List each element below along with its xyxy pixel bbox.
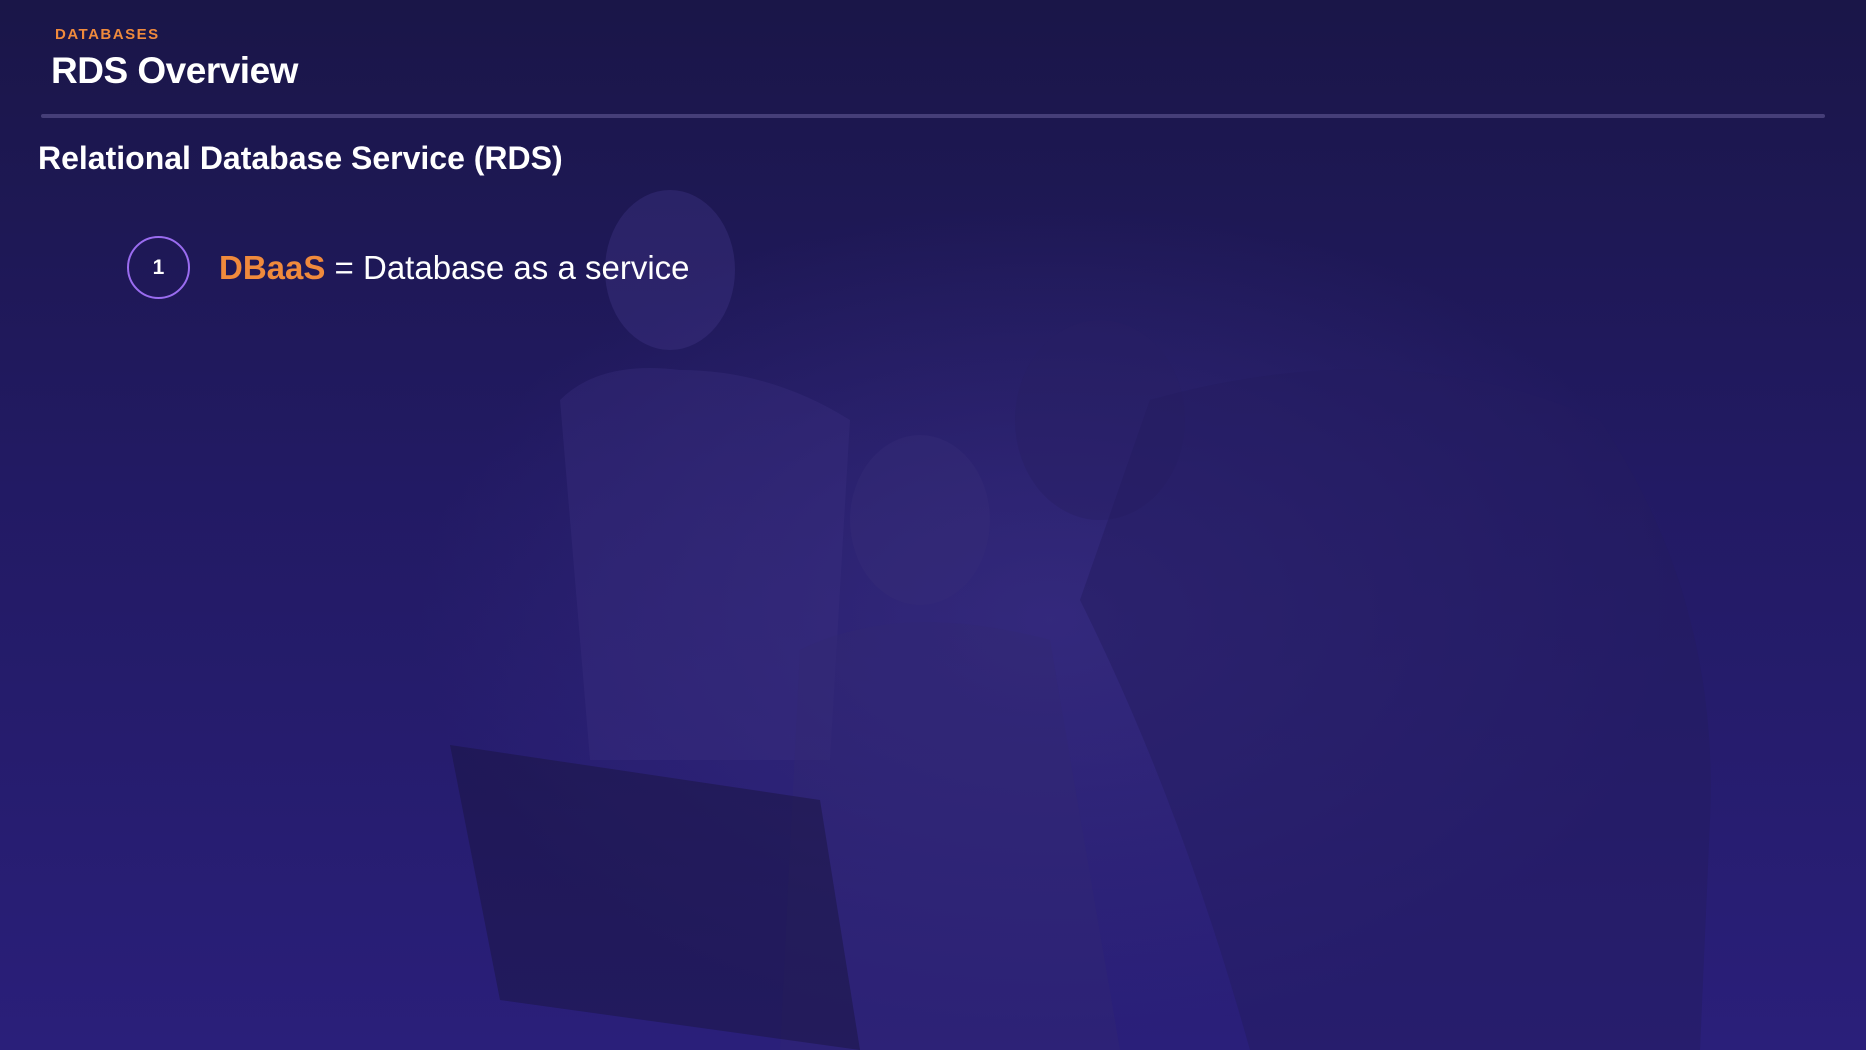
slide: DATABASES RDS Overview Relational Databa…	[0, 0, 1866, 1050]
header-divider	[41, 114, 1825, 118]
section-eyebrow: DATABASES	[55, 26, 160, 43]
item-text: DBaaS = Database as a service	[219, 249, 690, 287]
list-item: 1 DBaaS = Database as a service	[127, 236, 690, 299]
item-term: DBaaS	[219, 248, 326, 286]
page-title: RDS Overview	[51, 50, 298, 91]
item-number-badge: 1	[127, 236, 190, 299]
item-description: = Database as a service	[325, 248, 690, 286]
section-subtitle: Relational Database Service (RDS)	[38, 140, 563, 176]
